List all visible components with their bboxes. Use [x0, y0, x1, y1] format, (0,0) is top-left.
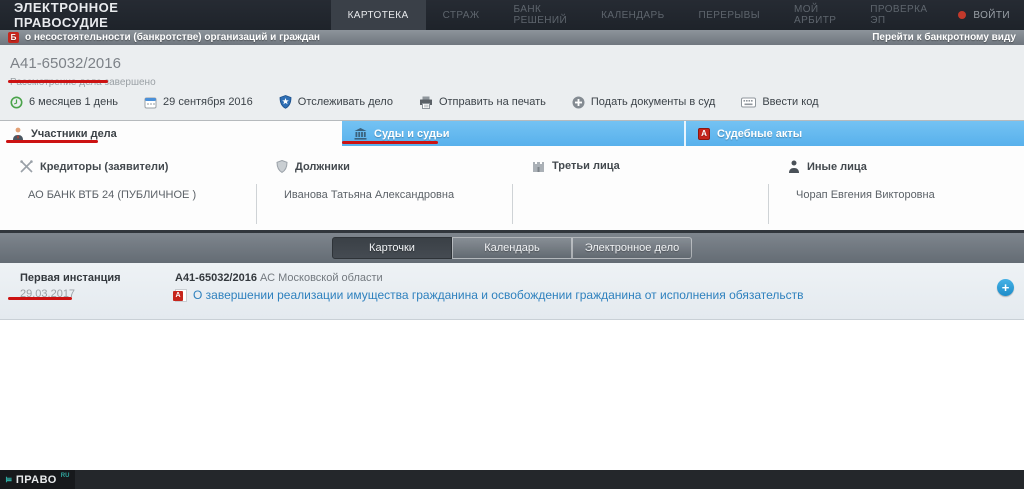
- other-parties-title: Иные лица: [807, 161, 867, 173]
- third-parties-title: Третьи лица: [552, 160, 620, 172]
- column-divider: [512, 184, 513, 224]
- shield-icon: [279, 95, 292, 109]
- switch-bankruptcy-view-link[interactable]: Перейти к банкротному виду: [872, 32, 1016, 43]
- annotation-underline-courts-tab: [342, 141, 438, 144]
- pdf-document-icon[interactable]: [175, 289, 187, 302]
- printer-icon: [419, 96, 433, 109]
- nav-moy-arbitr[interactable]: МОЙ АРБИТР: [777, 0, 853, 30]
- shield-outline-icon: [276, 160, 288, 173]
- case-header-section: А41-65032/2016 Рассмотрение дела заверше…: [0, 45, 1024, 120]
- creditors-title-row: Кредиторы (заявители): [20, 160, 246, 173]
- participants-section: Кредиторы (заявители) АО БАНК ВТБ 24 (ПУ…: [0, 146, 1024, 230]
- pravo-logo-ru: RU: [61, 473, 70, 479]
- scales-icon: [20, 160, 33, 173]
- view-switcher: Карточки Календарь Электронное дело: [332, 237, 692, 259]
- pdf-icon: A: [698, 128, 710, 140]
- expand-plus-button[interactable]: +: [997, 279, 1014, 296]
- keyboard-icon: [741, 97, 756, 108]
- instance-row: Первая инстанция 29.03.2017 А41-65032/20…: [0, 263, 1024, 320]
- debtors-title-row: Должники: [276, 160, 502, 173]
- document-row: О завершении реализации имущества гражда…: [175, 288, 804, 302]
- print-label: Отправить на печать: [439, 96, 546, 108]
- nav-bank-resheniy[interactable]: БАНК РЕШЕНИЙ: [497, 0, 585, 30]
- instance-court: АС Московской области: [260, 272, 383, 284]
- nav-kartoteka[interactable]: КАРТОТЕКА: [331, 0, 426, 30]
- login-button[interactable]: ВОЙТИ: [944, 0, 1024, 30]
- annotation-underline-participants-tab: [6, 140, 98, 143]
- column-third-parties: Третьи лица: [512, 146, 768, 230]
- other-parties-title-row: Иные лица: [788, 160, 1014, 173]
- view-tab-cards[interactable]: Карточки: [332, 237, 452, 259]
- third-parties-title-row: Третьи лица: [532, 160, 758, 172]
- enter-code-label: Ввести код: [762, 96, 818, 108]
- view-switcher-bar: Карточки Календарь Электронное дело: [0, 230, 1024, 263]
- court-building-icon: [354, 128, 367, 140]
- creditor-value: АО БАНК ВТБ 24 (ПУБЛИЧНОЕ ): [28, 189, 246, 201]
- instance-stage: Первая инстанция: [20, 272, 121, 284]
- submit-documents-button[interactable]: Подать документы в суд: [572, 96, 715, 109]
- pravo-ru-logo[interactable]: ⫢ ПРАВО RU: [0, 470, 75, 489]
- view-tab-calendar[interactable]: Календарь: [452, 237, 572, 259]
- view-tab-electronic-case[interactable]: Электронное дело: [572, 237, 692, 259]
- footer-bar: ⫢ ПРАВО RU: [0, 470, 1024, 489]
- instance-case-number: А41-65032/2016: [175, 272, 257, 284]
- column-divider: [256, 184, 257, 224]
- case-toolbar: 6 месяцев 1 день 29 сентября 2016 Отслеж…: [10, 95, 819, 109]
- column-other-parties: Иные лица Чорап Евгения Викторовна: [768, 146, 1024, 230]
- debtors-title: Должники: [295, 161, 350, 173]
- nav-kalendar[interactable]: КАЛЕНДАРЬ: [584, 0, 681, 30]
- nav-strazh[interactable]: СТРАЖ: [426, 0, 497, 30]
- plus-circle-icon: [572, 96, 585, 109]
- page: ЭЛЕКТРОННОЕ ПРАВОСУДИЕ КАРТОТЕКА СТРАЖ Б…: [0, 0, 1024, 489]
- person-icon: [788, 160, 800, 173]
- tab-judicial-acts-label: Судебные акты: [717, 128, 802, 140]
- case-tabs: Участники дела Суды и судьи A Судебные а…: [0, 120, 1024, 146]
- registration-date-label: 29 сентября 2016: [163, 96, 253, 108]
- nav-pereryvy[interactable]: ПЕРЕРЫВЫ: [682, 0, 777, 30]
- creditors-title: Кредиторы (заявители): [40, 161, 168, 173]
- login-status-icon: [958, 11, 966, 19]
- pravo-logo-icon: ⫢: [6, 473, 12, 486]
- top-header: ЭЛЕКТРОННОЕ ПРАВОСУДИЕ КАРТОТЕКА СТРАЖ Б…: [0, 0, 1024, 30]
- annotation-underline-case-number: [8, 80, 108, 83]
- other-party-value: Чорап Евгения Викторовна: [796, 189, 1014, 201]
- track-case-button[interactable]: Отслеживать дело: [279, 95, 393, 109]
- debtor-value: Иванова Татьяна Александровна: [284, 189, 502, 201]
- column-divider: [768, 184, 769, 224]
- column-debtors: Должники Иванова Татьяна Александровна: [256, 146, 512, 230]
- document-link[interactable]: О завершении реализации имущества гражда…: [193, 288, 804, 302]
- tab-judicial-acts[interactable]: A Судебные акты: [684, 121, 1024, 146]
- tab-courts-judges-label: Суды и судьи: [374, 128, 450, 140]
- breadcrumb-bar: Б о несостоятельности (банкротстве) орга…: [0, 30, 1024, 45]
- tab-participants-label: Участники дела: [31, 128, 117, 140]
- bankruptcy-icon: Б: [8, 32, 19, 43]
- breadcrumb-text: о несостоятельности (банкротстве) органи…: [25, 32, 320, 43]
- castle-icon: [532, 160, 545, 172]
- track-case-label: Отслеживать дело: [298, 96, 393, 108]
- duration-indicator[interactable]: 6 месяцев 1 день: [10, 96, 118, 109]
- instance-case-line: А41-65032/2016 АС Московской области: [175, 272, 383, 284]
- submit-documents-label: Подать документы в суд: [591, 96, 715, 108]
- calendar-icon: [144, 96, 157, 109]
- nav-proverka-ep[interactable]: ПРОВЕРКА ЭП: [853, 0, 944, 30]
- duration-label: 6 месяцев 1 день: [29, 96, 118, 108]
- app-logo: ЭЛЕКТРОННОЕ ПРАВОСУДИЕ: [0, 0, 183, 30]
- column-creditors: Кредиторы (заявители) АО БАНК ВТБ 24 (ПУ…: [0, 146, 256, 230]
- pravo-logo-text: ПРАВО: [16, 474, 57, 486]
- clock-icon: [10, 96, 23, 109]
- registration-date[interactable]: 29 сентября 2016: [144, 96, 253, 109]
- enter-code-button[interactable]: Ввести код: [741, 96, 818, 108]
- login-label: ВОЙТИ: [973, 10, 1010, 21]
- case-number: А41-65032/2016: [10, 55, 121, 72]
- person-icon: [12, 127, 24, 140]
- print-button[interactable]: Отправить на печать: [419, 96, 546, 109]
- main-nav: КАРТОТЕКА СТРАЖ БАНК РЕШЕНИЙ КАЛЕНДАРЬ П…: [331, 0, 945, 30]
- annotation-underline-date: [8, 297, 72, 300]
